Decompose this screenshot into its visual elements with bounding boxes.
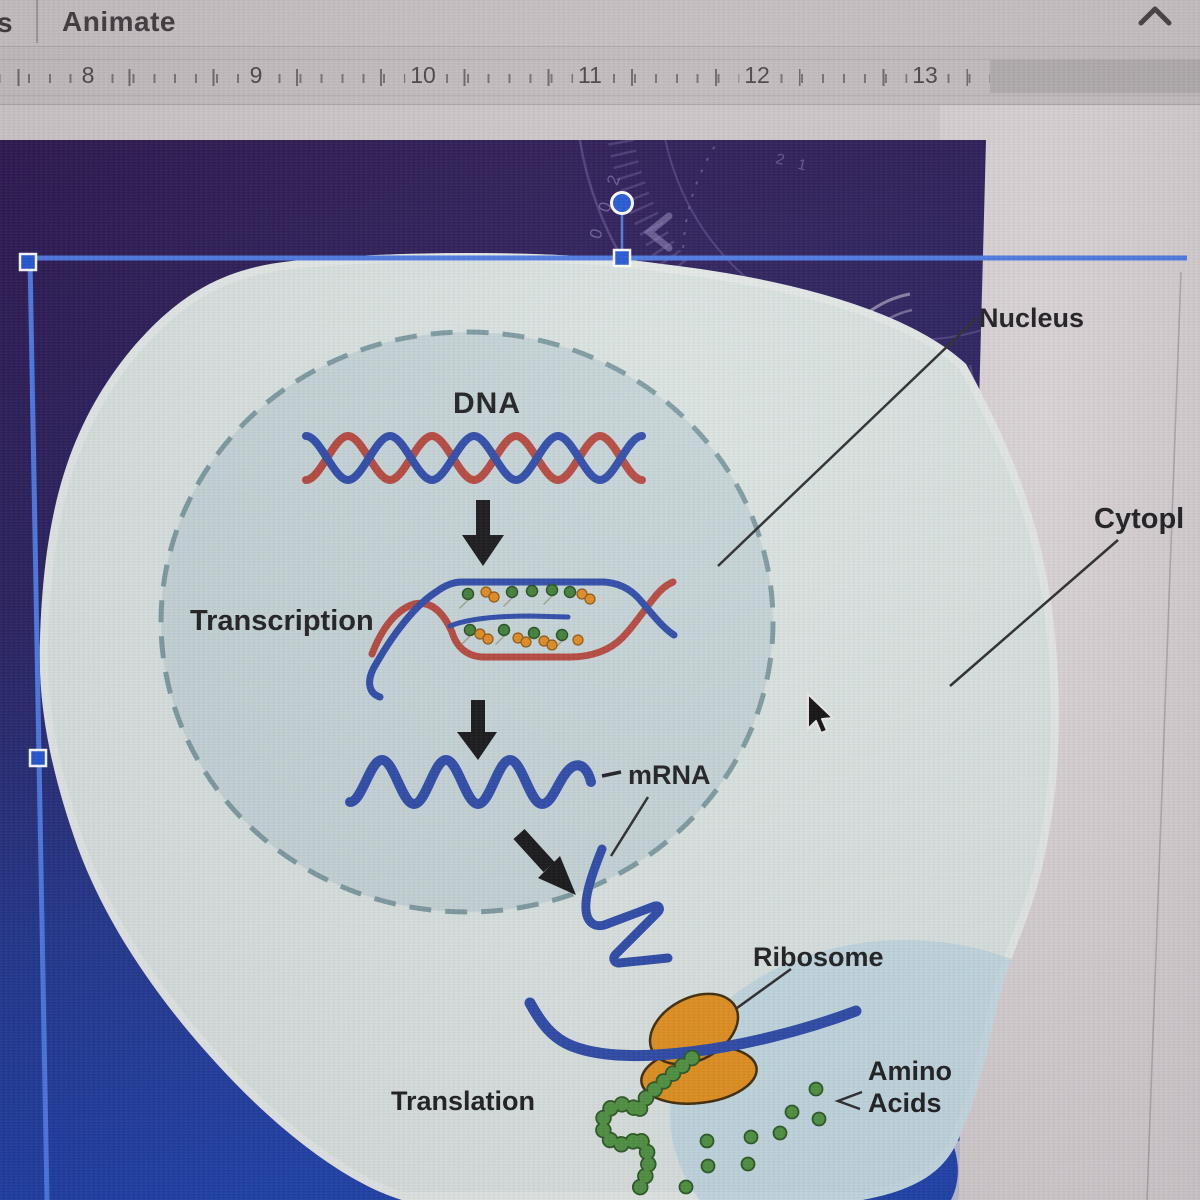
- ribosome-label: Ribosome: [753, 942, 884, 972]
- transcription-label: Transcription: [190, 605, 374, 637]
- translation-label: Translation: [391, 1086, 535, 1116]
- nucleus-label: Nucleus: [979, 303, 1084, 333]
- amino-acids-label-line2: Acids: [868, 1088, 942, 1118]
- amino-acids-label-line1: Amino: [868, 1056, 952, 1086]
- selection-handle-middle-left[interactable]: [28, 748, 48, 768]
- cytoplasm-label-partial: Cytopl: [1094, 503, 1184, 535]
- menu-divider: [36, 0, 38, 43]
- ruler-mark: 10: [405, 62, 441, 90]
- ruler-mark: 9: [244, 62, 268, 90]
- ruler-mark: 8: [76, 62, 100, 90]
- ruler-mark: 12: [739, 62, 775, 90]
- rotation-handle[interactable]: [610, 191, 634, 215]
- ruler-mark: 11: [573, 62, 607, 90]
- slide-canvas[interactable]: 0 0 2 2 1 DNA Transcription mRNA Ribosom…: [0, 0, 1200, 1200]
- selection-handle-top-left[interactable]: [18, 252, 38, 272]
- horizontal-ruler: 8 9 10 11 12 13: [0, 46, 1200, 105]
- menu-item-animate[interactable]: Animate: [62, 6, 176, 38]
- chevron-up-icon[interactable]: [1138, 4, 1172, 28]
- menu-item-partial[interactable]: s: [0, 7, 13, 39]
- ruler-mark: 13: [907, 62, 943, 90]
- dna-label: DNA: [453, 387, 521, 420]
- top-toolbar: s Animate: [0, 0, 1200, 46]
- selection-handle-top-middle[interactable]: [612, 248, 632, 268]
- mrna-label: mRNA: [628, 760, 711, 790]
- ruler-offpage-shade: [990, 60, 1200, 93]
